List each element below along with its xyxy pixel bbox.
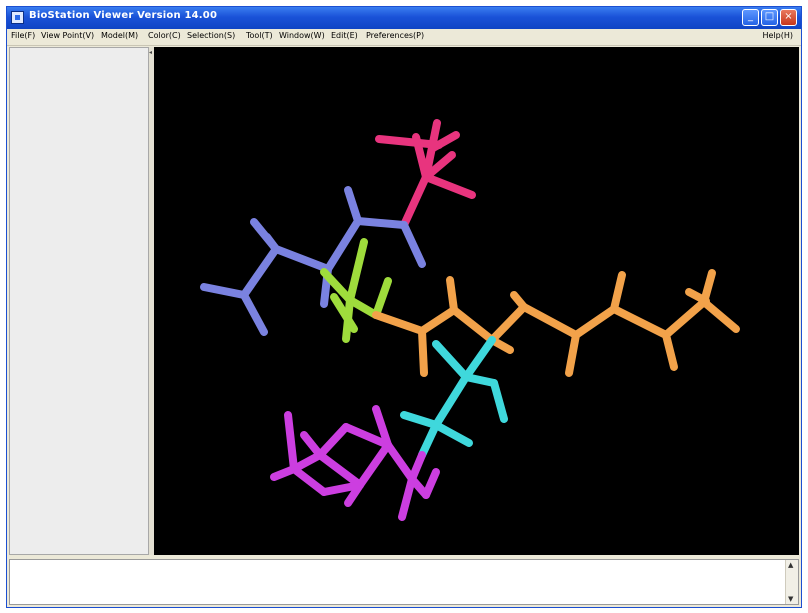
orange-bond-13	[662, 331, 678, 371]
menu-bar: File(F) View Point(V) Model(M) Color(C) …	[7, 29, 801, 46]
cyan-bond-1	[432, 340, 470, 381]
orange-bond-16	[700, 298, 740, 333]
magenta-bond-11	[290, 465, 328, 496]
menu-file[interactable]: File(F)	[11, 31, 35, 40]
menu-model[interactable]: Model(M)	[101, 31, 138, 40]
blue-bond-3	[324, 217, 362, 273]
pink-bond-6	[400, 173, 430, 229]
orange-bond-3	[446, 276, 458, 314]
magenta-bond-4	[356, 441, 392, 489]
magenta-bond-8	[290, 451, 324, 473]
cyan-bond-7	[418, 421, 440, 459]
close-button[interactable]: ×	[780, 9, 797, 26]
cyan-bond-6	[432, 421, 473, 447]
orange-bond-11	[610, 271, 626, 313]
molecule-viewer[interactable]	[154, 47, 799, 555]
orange-bond-1	[418, 327, 428, 377]
molecule-canvas[interactable]	[154, 47, 799, 555]
orange-bond-8	[520, 303, 580, 339]
magenta-bond-15	[398, 475, 416, 521]
pink-bond-3	[422, 173, 476, 199]
fragment-magenta	[270, 405, 440, 521]
green-bond-4	[372, 277, 392, 319]
menu-selection[interactable]: Selection(S)	[187, 31, 235, 40]
cyan-bond-0	[462, 336, 496, 381]
green-bond-1	[346, 238, 368, 304]
fragment-orange	[372, 269, 740, 377]
magenta-bond-13	[316, 423, 350, 459]
orange-bond-14	[662, 298, 708, 339]
orange-bond-2	[418, 306, 458, 335]
green-bond-3	[346, 296, 380, 319]
window-title: BioStation Viewer Version 14.00	[29, 10, 218, 21]
menu-view-point[interactable]: View Point(V)	[41, 31, 94, 40]
cyan-bond-2	[462, 373, 498, 387]
orange-bond-9	[565, 331, 580, 377]
cyan-bond-5	[400, 411, 440, 429]
menu-preferences[interactable]: Preferences(P)	[366, 31, 424, 40]
blue-bond-4	[272, 245, 332, 273]
maximize-button[interactable]: □	[761, 9, 778, 26]
menu-help[interactable]: Help(H)	[763, 31, 794, 40]
app-icon[interactable]	[11, 11, 24, 24]
orange-bond-10	[572, 305, 618, 339]
magenta-bond-6	[316, 451, 364, 489]
blue-bond-0	[354, 217, 408, 229]
console-scrollbar[interactable]: ▲ ▼	[785, 560, 798, 604]
blue-bond-8	[240, 291, 268, 336]
fragment-blue	[200, 186, 426, 336]
fragment-cyan	[400, 336, 508, 459]
scroll-up-icon[interactable]: ▲	[788, 561, 793, 569]
orange-bond-0	[372, 311, 426, 335]
title-bar[interactable]: BioStation Viewer Version 14.00 _ □ ×	[7, 7, 801, 29]
cyan-bond-4	[432, 373, 470, 429]
fragment-pink	[375, 119, 476, 229]
split-arrow-icon[interactable]: ◂	[149, 49, 152, 56]
blue-bond-6	[240, 245, 280, 299]
menu-color[interactable]: Color(C)	[148, 31, 181, 40]
magenta-bond-16	[422, 468, 440, 499]
orange-bond-4	[450, 306, 496, 344]
main-window: BioStation Viewer Version 14.00 _ □ × Fi…	[6, 6, 802, 608]
menu-edit[interactable]: Edit(E)	[331, 31, 358, 40]
orange-bond-6	[488, 303, 528, 344]
blue-bond-2	[400, 221, 426, 268]
scroll-down-icon[interactable]: ▼	[788, 595, 793, 603]
menu-tool[interactable]: Tool(T)	[246, 31, 273, 40]
cyan-bond-3	[490, 379, 508, 423]
blue-bond-10	[263, 233, 280, 253]
menu-window[interactable]: Window(W)	[279, 31, 325, 40]
magenta-bond-2	[384, 441, 416, 483]
minimize-button[interactable]: _	[742, 9, 759, 26]
tree-panel[interactable]	[9, 47, 149, 555]
orange-bond-12	[610, 305, 670, 339]
blue-bond-7	[200, 283, 248, 299]
blue-bond-1	[344, 186, 362, 225]
console-output[interactable]: ▲ ▼	[9, 559, 799, 605]
magenta-bond-9	[284, 411, 298, 473]
